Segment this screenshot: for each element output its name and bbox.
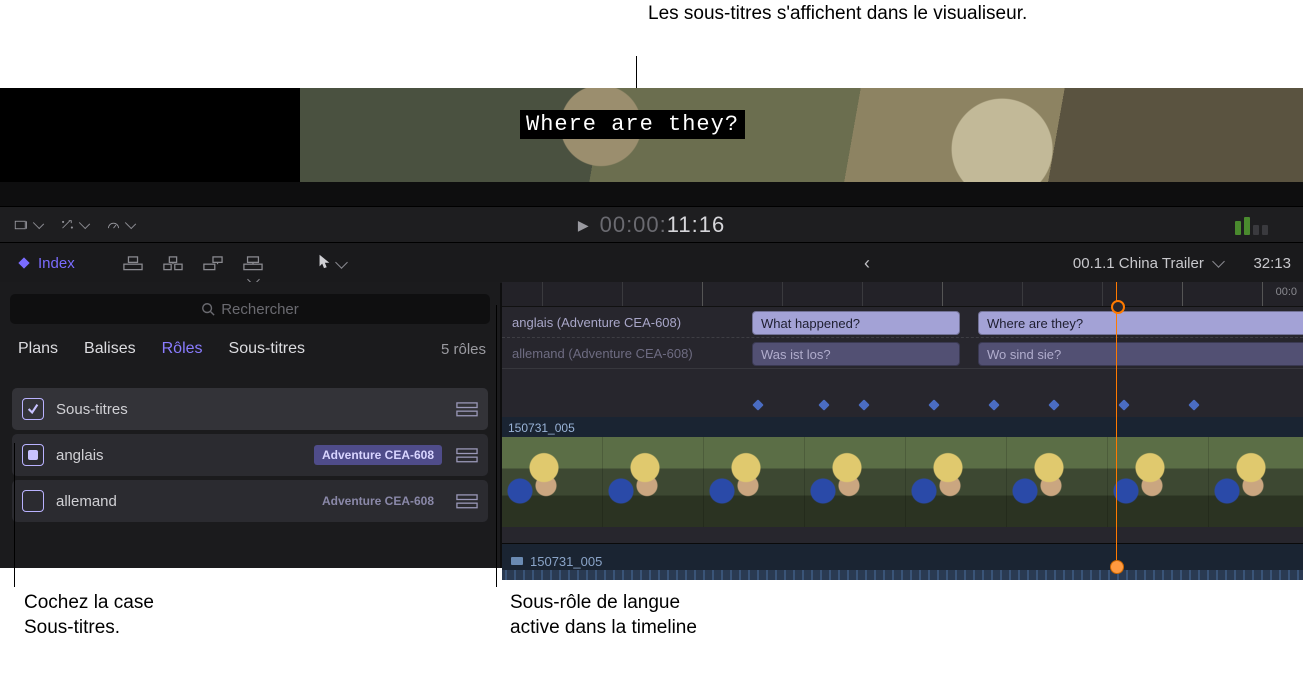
tab-plans[interactable]: Plans bbox=[18, 340, 58, 358]
enhance-wand-icon[interactable] bbox=[60, 216, 88, 234]
viewer-video-frame bbox=[300, 88, 1303, 182]
lane-display-icon[interactable] bbox=[456, 494, 478, 508]
role-badge: Adventure CEA-608 bbox=[314, 491, 442, 511]
checkbox-anglais[interactable] bbox=[22, 444, 44, 466]
ruler-label: 00:0 bbox=[1276, 286, 1297, 298]
timecode-display: ▶ 00:00: 11:16 bbox=[578, 212, 725, 238]
role-label: anglais bbox=[56, 447, 314, 464]
timeline-history-back[interactable]: ‹ bbox=[864, 253, 870, 274]
video-clip-name: 150731_005 bbox=[508, 421, 575, 435]
filmstrip bbox=[502, 437, 1303, 527]
append-clip-icon[interactable] bbox=[203, 256, 223, 270]
retime-gauge-icon[interactable] bbox=[106, 216, 134, 234]
project-duration: 32:13 bbox=[1253, 255, 1291, 272]
role-row-allemand[interactable]: allemand Adventure CEA-608 bbox=[12, 480, 488, 522]
tab-balises[interactable]: Balises bbox=[84, 340, 136, 358]
video-lane[interactable]: 150731_005 bbox=[502, 417, 1303, 527]
timecode-bright: 11:16 bbox=[667, 212, 725, 238]
select-tool[interactable] bbox=[317, 253, 346, 274]
search-placeholder: Rechercher bbox=[221, 301, 299, 318]
transport-bar: ▶ 00:00: 11:16 bbox=[0, 206, 1303, 243]
timeline-ruler[interactable]: 00:0 bbox=[502, 282, 1303, 307]
role-label: Sous-titres bbox=[56, 401, 456, 418]
viewer: Where are they? bbox=[0, 88, 1303, 182]
audio-waveform bbox=[502, 570, 1303, 580]
checkbox-captions[interactable] bbox=[22, 398, 44, 420]
audio-clip-name: 150731_005 bbox=[530, 554, 602, 569]
thumbnail bbox=[1007, 437, 1108, 527]
callout-checkbox: Cochez la case Sous-titres. bbox=[24, 591, 154, 640]
role-row-captions[interactable]: Sous-titres bbox=[12, 388, 488, 430]
index-toggle-button[interactable]: Index bbox=[20, 255, 75, 272]
index-panel: Rechercher Plans Balises Rôles Sous-titr… bbox=[0, 282, 500, 568]
index-tabs: Plans Balises Rôles Sous-titres 5 rôles bbox=[18, 340, 500, 358]
lane-display-icon[interactable] bbox=[456, 448, 478, 462]
overwrite-clip-icon[interactable] bbox=[243, 256, 263, 270]
index-label: Index bbox=[38, 255, 75, 272]
thumbnail bbox=[704, 437, 805, 527]
tab-sous-titres[interactable]: Sous-titres bbox=[229, 340, 305, 358]
audio-lane[interactable]: 150731_005 bbox=[502, 543, 1303, 580]
roles-list: Sous-titres anglais Adventure CEA-608 al… bbox=[12, 388, 488, 522]
clip-icon bbox=[510, 554, 524, 568]
tab-roles[interactable]: Rôles bbox=[162, 340, 203, 358]
connect-clip-icon[interactable] bbox=[123, 256, 143, 270]
project-name[interactable]: 00.1.1 China Trailer bbox=[1073, 255, 1223, 272]
thumbnail bbox=[906, 437, 1007, 527]
caption-lane-label: anglais (Adventure CEA-608) bbox=[502, 315, 760, 330]
role-row-anglais[interactable]: anglais Adventure CEA-608 bbox=[12, 434, 488, 476]
playhead-knob[interactable] bbox=[1110, 560, 1124, 574]
caption-lane-anglais[interactable]: anglais (Adventure CEA-608) What happene… bbox=[502, 307, 1303, 338]
roles-count: 5 rôles bbox=[441, 341, 486, 358]
role-label: allemand bbox=[56, 493, 314, 510]
caption-clip[interactable]: What happened? bbox=[752, 311, 960, 335]
caption-lane-allemand[interactable]: allemand (Adventure CEA-608) Was ist los… bbox=[502, 338, 1303, 369]
viewer-black-fill bbox=[0, 88, 300, 182]
play-icon[interactable]: ▶ bbox=[578, 217, 590, 234]
caption-clip[interactable]: Was ist los? bbox=[752, 342, 960, 366]
timeline-header: Index ‹ 00.1.1 China Trailer 32:13 bbox=[0, 242, 1303, 283]
thumbnail bbox=[502, 437, 603, 527]
crop-tool-icon[interactable] bbox=[14, 216, 42, 234]
search-input[interactable]: Rechercher bbox=[10, 294, 490, 324]
checkbox-allemand[interactable] bbox=[22, 490, 44, 512]
index-diamond-icon bbox=[18, 257, 29, 268]
caption-lane-label: allemand (Adventure CEA-608) bbox=[502, 346, 760, 361]
timecode-dim: 00:00: bbox=[600, 212, 667, 238]
timeline-spacer bbox=[502, 369, 1303, 417]
caption-clip[interactable]: Wo sind sie? bbox=[978, 342, 1303, 366]
viewer-caption-overlay: Where are they? bbox=[520, 110, 745, 139]
markers bbox=[750, 401, 1303, 411]
thumbnail bbox=[603, 437, 704, 527]
callout-viewer-caption: Les sous-titres s'affichent dans le visu… bbox=[648, 2, 1027, 27]
playhead[interactable] bbox=[1116, 282, 1117, 568]
caption-clip[interactable]: Where are they? bbox=[978, 311, 1303, 335]
callout-active-subrole: Sous-rôle de langue active dans la timel… bbox=[510, 591, 697, 640]
thumbnail bbox=[805, 437, 906, 527]
thumbnail bbox=[1108, 437, 1209, 527]
thumbnail bbox=[1209, 437, 1303, 527]
insert-clip-icon[interactable] bbox=[163, 256, 183, 270]
lane-display-icon[interactable] bbox=[456, 402, 478, 416]
role-badge: Adventure CEA-608 bbox=[314, 445, 442, 465]
audio-meters bbox=[1235, 215, 1275, 235]
timeline[interactable]: 00:0 anglais (Adventure CEA-608) What ha… bbox=[502, 282, 1303, 568]
